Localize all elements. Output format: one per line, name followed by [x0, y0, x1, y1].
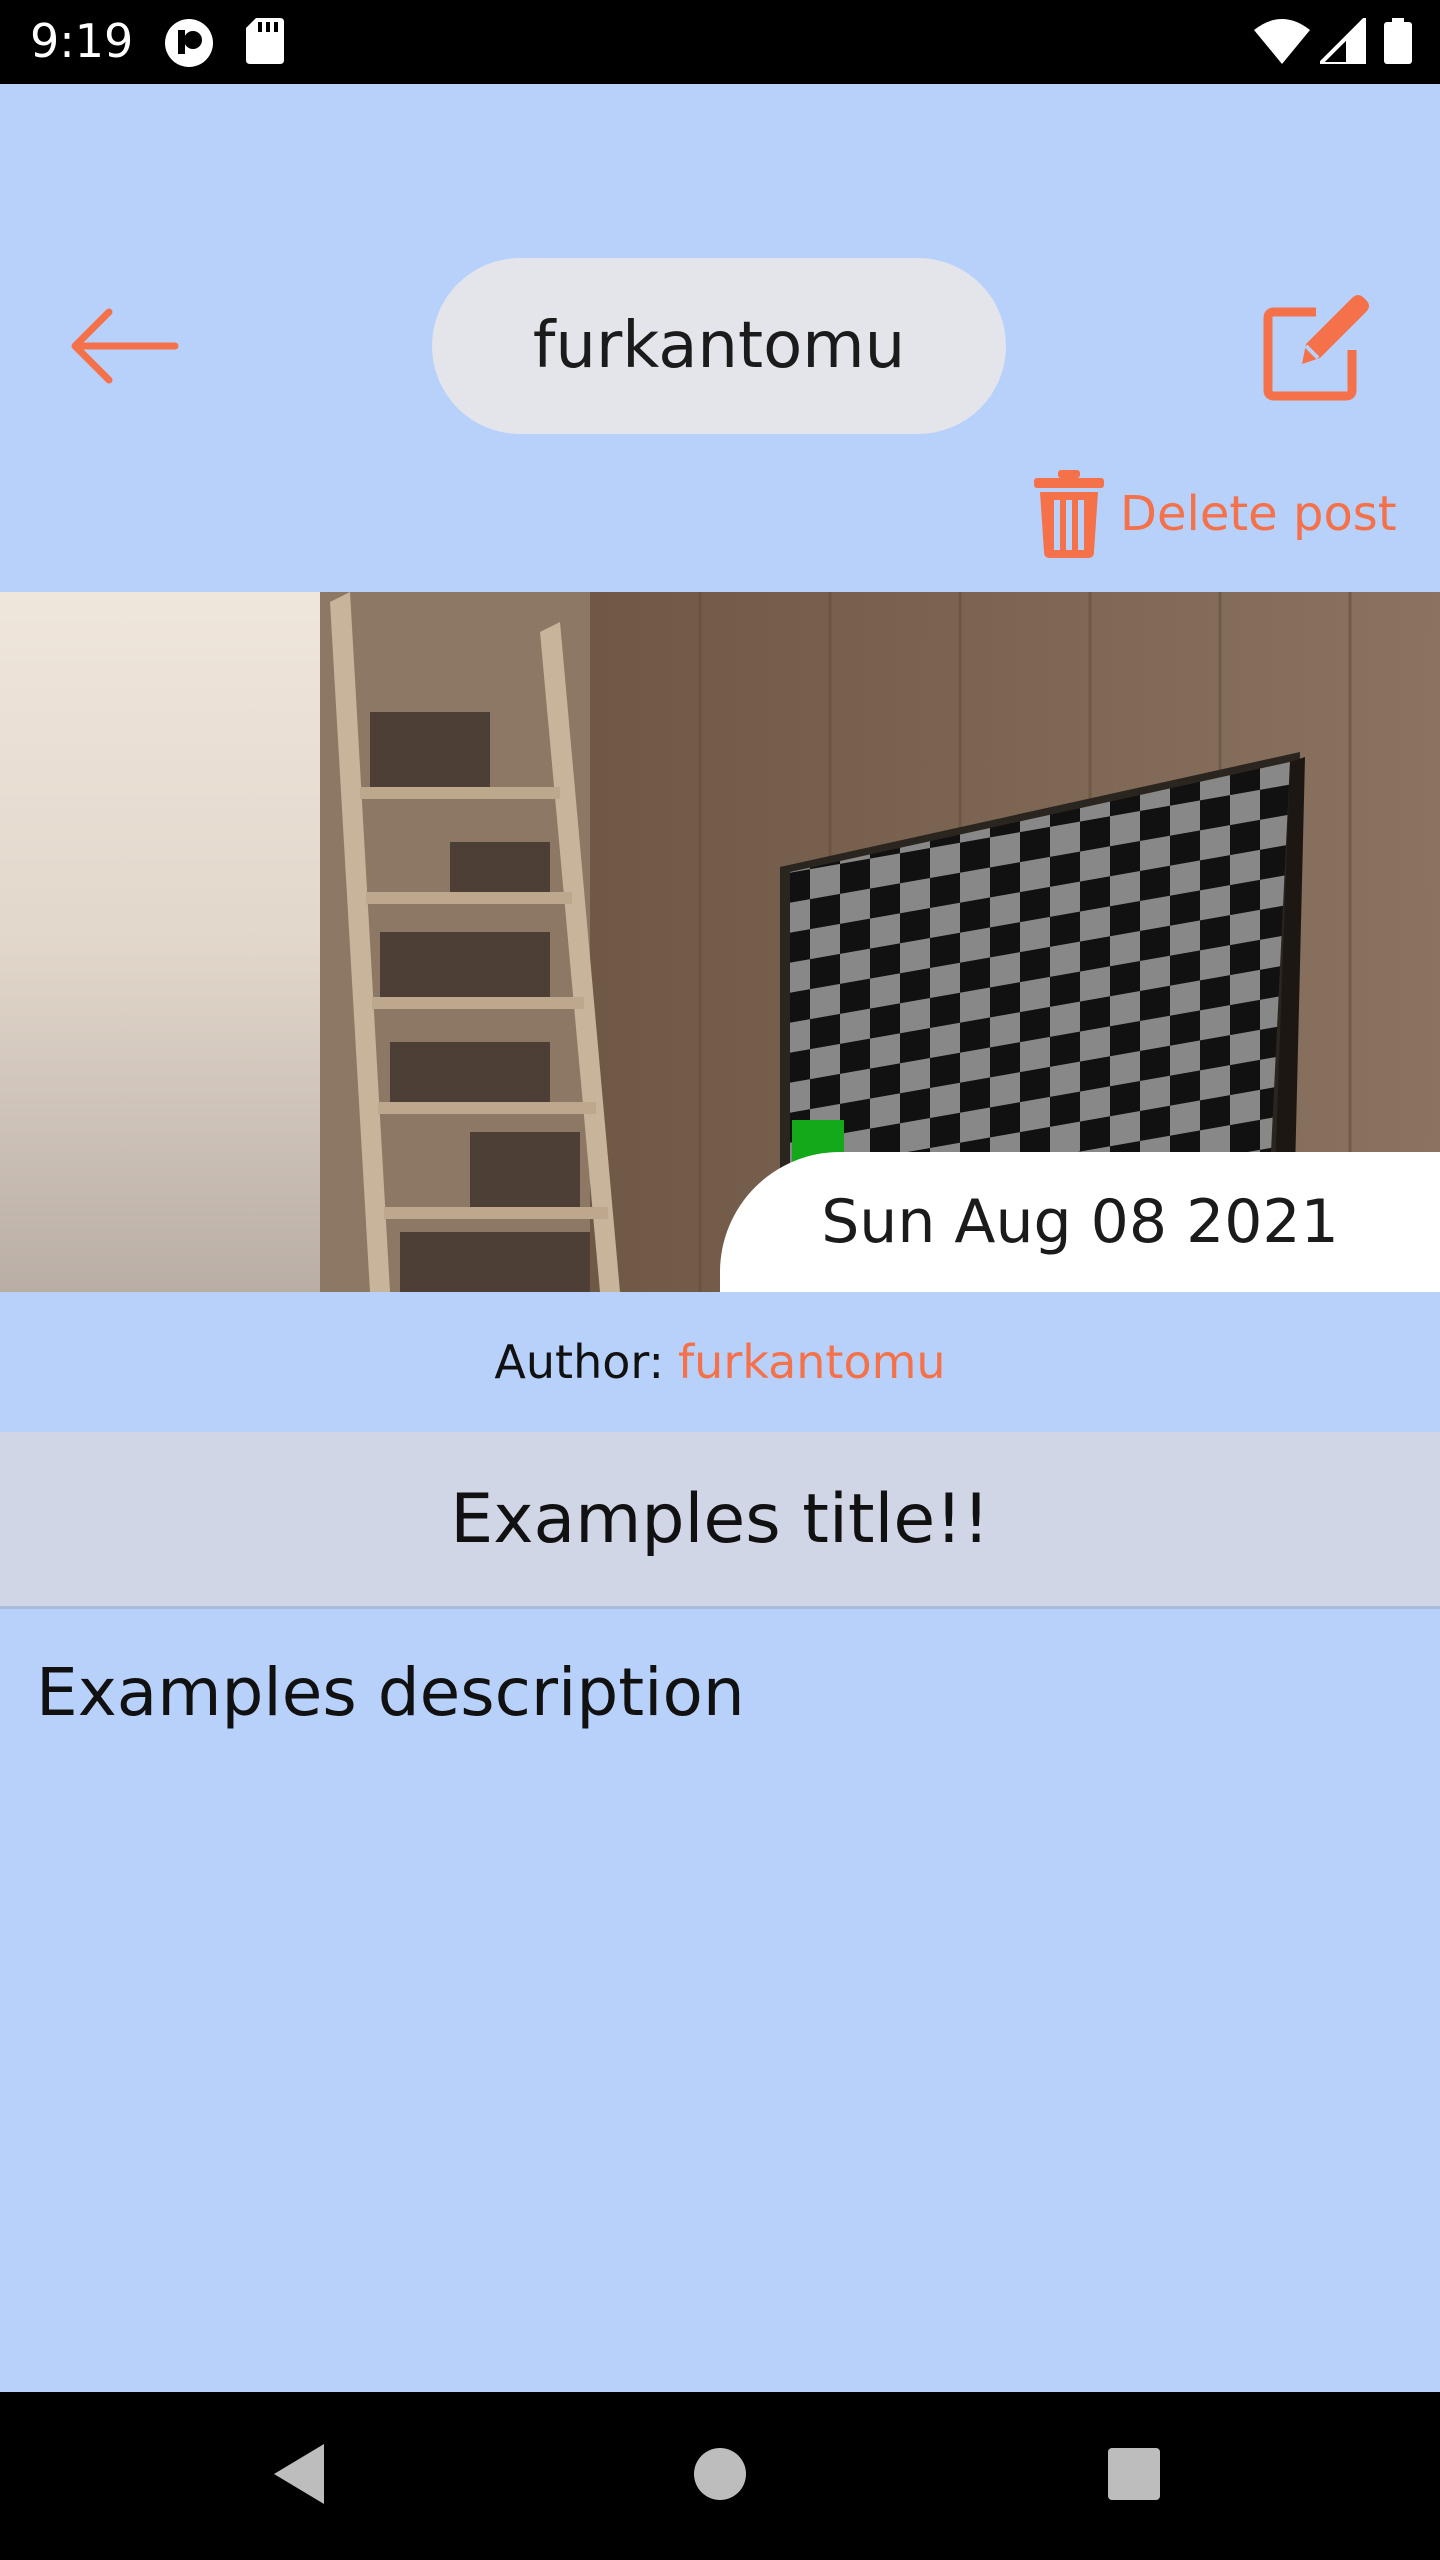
- recents-square-icon: [1106, 2446, 1162, 2507]
- trash-icon: [1034, 470, 1104, 558]
- nav-back-button[interactable]: [260, 2436, 340, 2516]
- nav-home-button[interactable]: [680, 2436, 760, 2516]
- battery-icon: [1384, 18, 1412, 69]
- post-title: Examples title!!: [0, 1432, 1440, 1609]
- arrow-left-icon: [69, 306, 179, 391]
- back-button[interactable]: [64, 300, 184, 396]
- username-pill[interactable]: furkantomu: [432, 258, 1006, 434]
- edit-icon: [1260, 292, 1372, 409]
- signal-icon: [1315, 13, 1368, 69]
- nav-recents-button[interactable]: [1094, 2436, 1174, 2516]
- author-name-link[interactable]: furkantomu: [678, 1335, 946, 1389]
- home-circle-icon: [692, 2446, 748, 2507]
- status-time: 9:19: [30, 14, 134, 68]
- sd-card-icon: [246, 18, 284, 69]
- post-description: Examples description: [36, 1654, 745, 1731]
- author-row: Author: furkantomu: [0, 1292, 1440, 1432]
- edit-post-button[interactable]: [1256, 290, 1376, 410]
- delete-post-button[interactable]: Delete post: [1034, 466, 1397, 562]
- delete-post-label: Delete post: [1120, 486, 1397, 542]
- back-triangle-icon: [270, 2442, 330, 2511]
- notification-icon: [164, 18, 214, 73]
- navigation-bar: [0, 2392, 1440, 2560]
- author-label: Author:: [494, 1335, 664, 1389]
- status-bar: 9:19: [0, 0, 1440, 84]
- post-date-badge: Sun Aug 08 2021: [720, 1152, 1440, 1292]
- wifi-icon: [1254, 18, 1310, 69]
